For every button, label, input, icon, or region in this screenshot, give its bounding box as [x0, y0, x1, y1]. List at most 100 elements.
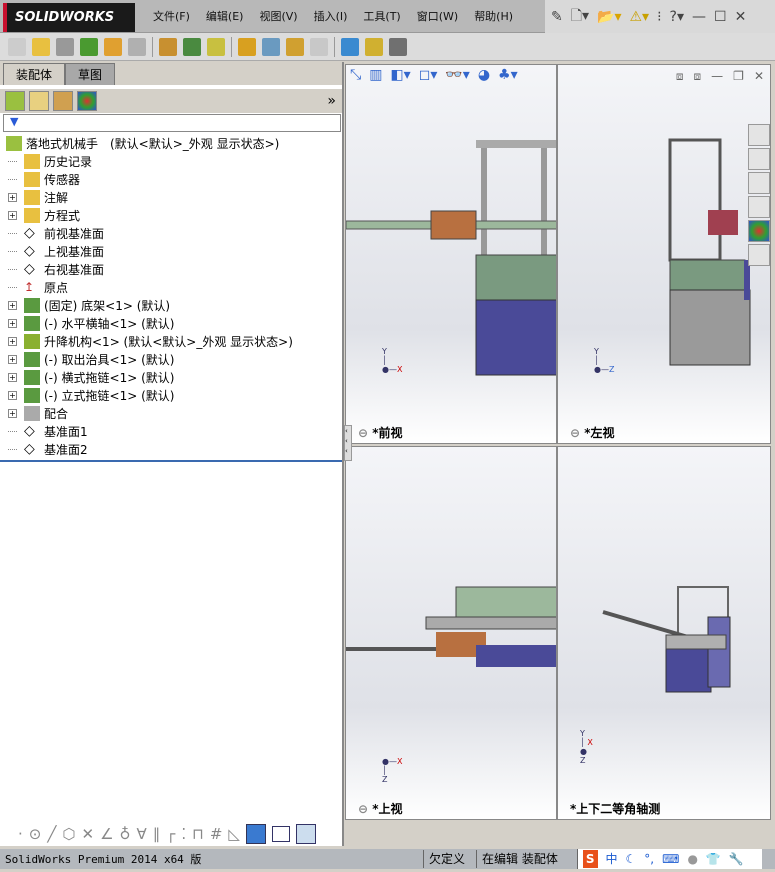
bill-of-materials-icon[interactable]: [238, 37, 256, 56]
corner-icon[interactable]: ┌: [166, 825, 175, 843]
expand-icon[interactable]: +: [8, 372, 17, 382]
smart-fasteners-icon[interactable]: [104, 37, 122, 56]
wrench-icon[interactable]: 🔧: [729, 850, 744, 868]
tree-item[interactable]: ◇ 基准面1: [0, 422, 342, 440]
perpendicular-icon[interactable]: ∀: [137, 825, 147, 843]
mate-icon[interactable]: [56, 37, 74, 56]
viewport-front[interactable]: ⤡ ▥ ◧▾ ◻▾ 👓▾ ◕ ♣▾ Y │ ●—X ⊖ *前视: [345, 64, 557, 444]
display-manager-icon[interactable]: [77, 91, 97, 111]
tree-item[interactable]: + (-) 取出治具<1> (默认): [0, 350, 342, 368]
open-icon[interactable]: 📂▾: [597, 9, 621, 25]
tree-item[interactable]: ◇ 前视基准面: [0, 224, 342, 242]
polygon-icon[interactable]: ⬡: [62, 825, 75, 843]
new-document-icon[interactable]: 🗋▾: [571, 5, 589, 29]
shaded-view-icon[interactable]: [245, 823, 266, 844]
offset-icon[interactable]: ⁚: [181, 825, 186, 843]
minimize-icon[interactable]: —: [711, 69, 723, 84]
grid-icon[interactable]: #: [210, 825, 223, 843]
property-manager-icon[interactable]: [29, 91, 49, 111]
four-view-icon[interactable]: [295, 823, 316, 844]
linear-pattern-icon[interactable]: [80, 37, 98, 56]
interference-icon[interactable]: [310, 37, 328, 56]
angle-dim-icon[interactable]: ◺: [228, 825, 240, 843]
assembly-features-icon[interactable]: [183, 37, 201, 56]
menu-1[interactable]: 编辑(E): [198, 0, 252, 33]
moon-icon[interactable]: ☾: [626, 850, 637, 868]
tree-item[interactable]: + (-) 横式拖链<1> (默认): [0, 368, 342, 386]
close-icon[interactable]: ✕: [735, 9, 747, 25]
expand-icon[interactable]: +: [8, 192, 17, 202]
section-view-icon[interactable]: ▥: [369, 67, 382, 89]
punctuation-icon[interactable]: °,: [644, 850, 654, 868]
zoom-to-fit-icon[interactable]: ⤡: [350, 67, 361, 89]
window-view-icon[interactable]: [271, 825, 290, 842]
sogou-icon[interactable]: S: [582, 850, 598, 868]
dimension-icon[interactable]: ⊓: [192, 825, 204, 843]
link-icon[interactable]: ⊖: [358, 426, 372, 440]
tree-item[interactable]: + (-) 立式拖链<1> (默认): [0, 386, 342, 404]
home-icon[interactable]: [748, 124, 770, 146]
restore-icon[interactable]: ❐: [733, 69, 744, 84]
move-component-icon[interactable]: [128, 37, 146, 56]
rebuild-warning-icon[interactable]: ⚠▾: [630, 9, 650, 25]
parallel-icon[interactable]: ∥: [153, 825, 161, 843]
clearance-icon[interactable]: [341, 37, 359, 56]
link-views-icon[interactable]: ⧈: [694, 69, 702, 84]
tree-item[interactable]: + (固定) 底架<1> (默认): [0, 296, 342, 314]
link-icon[interactable]: ⊖: [570, 426, 584, 440]
expand-chevron-icon[interactable]: »: [327, 93, 336, 109]
configuration-manager-icon[interactable]: [53, 91, 73, 111]
link-views-icon[interactable]: ⧈: [676, 69, 684, 84]
solidworks-logo[interactable]: SOLIDWORKS: [3, 3, 135, 32]
tree-item[interactable]: 落地式机械手 (默认<默认>_外观 显示状态>): [0, 134, 342, 152]
minimize-icon[interactable]: —: [692, 9, 706, 25]
menu-0[interactable]: 文件(F): [145, 0, 198, 33]
viewport-isometric[interactable]: Y │ X ● Z *上下二等角轴测: [557, 446, 771, 820]
exploded-view-icon[interactable]: [262, 37, 280, 56]
viewport-top[interactable]: ●—X │ Z ⊖ *上视: [345, 446, 557, 820]
feature-manager-icon[interactable]: [5, 91, 25, 111]
speedpak-icon[interactable]: [389, 37, 407, 56]
angle-icon[interactable]: ∠: [100, 825, 113, 843]
view-orientation-icon[interactable]: ◧▾: [390, 67, 410, 89]
viewport-left[interactable]: ⧈ ⧈ — ❐ ✕ Y │ ●—Z ⊖ *左视: [557, 64, 771, 444]
explode-line-icon[interactable]: [286, 37, 304, 56]
tree-item[interactable]: + 升降机构<1> (默认<默认>_外观 显示状态>): [0, 332, 342, 350]
filter-box[interactable]: ▼: [3, 114, 341, 132]
expand-icon[interactable]: +: [8, 210, 17, 220]
tree-item[interactable]: + 注解: [0, 188, 342, 206]
tree-item[interactable]: 传感器: [0, 170, 342, 188]
skin-icon[interactable]: 👕: [706, 850, 721, 868]
circle-icon[interactable]: ⊙: [29, 825, 42, 843]
scene-icon[interactable]: ♣▾: [498, 67, 518, 89]
user-icon[interactable]: ●: [687, 850, 697, 868]
ime-mode[interactable]: 中: [606, 850, 618, 868]
menu-5[interactable]: 窗口(W): [409, 0, 466, 33]
expand-icon[interactable]: +: [8, 390, 17, 400]
maximize-icon[interactable]: ☐: [714, 9, 727, 25]
expand-icon[interactable]: +: [8, 318, 17, 328]
keyboard-icon[interactable]: ⌨: [662, 850, 679, 868]
point-icon[interactable]: ·: [18, 825, 23, 843]
instant3d-icon[interactable]: [365, 37, 383, 56]
tree-item[interactable]: 历史记录: [0, 152, 342, 170]
tab-assembly[interactable]: 装配体: [3, 63, 66, 85]
trim-icon[interactable]: ✕: [82, 825, 95, 843]
tree-item[interactable]: ↥ 原点: [0, 278, 342, 296]
appearances-icon[interactable]: [748, 220, 770, 242]
tangent-icon[interactable]: ♁: [120, 825, 131, 843]
expand-icon[interactable]: +: [8, 408, 17, 418]
display-style-icon[interactable]: ◻▾: [419, 67, 438, 89]
view-palette-icon[interactable]: [748, 196, 770, 218]
menu-4[interactable]: 工具(T): [355, 0, 408, 33]
help-icon[interactable]: ?▾: [670, 9, 684, 25]
tree-item[interactable]: + 方程式: [0, 206, 342, 224]
close-icon[interactable]: ✕: [754, 69, 764, 84]
panel-splitter-handle[interactable]: ‹ ‹ ‹: [344, 425, 352, 461]
show-hidden-icon[interactable]: [159, 37, 177, 56]
tree-item[interactable]: ◇ 右视基准面: [0, 260, 342, 278]
new-part-icon[interactable]: [32, 37, 50, 56]
tree-item[interactable]: + (-) 水平横轴<1> (默认): [0, 314, 342, 332]
menu-2[interactable]: 视图(V): [251, 0, 305, 33]
options-icon[interactable]: ⁝: [657, 9, 661, 25]
